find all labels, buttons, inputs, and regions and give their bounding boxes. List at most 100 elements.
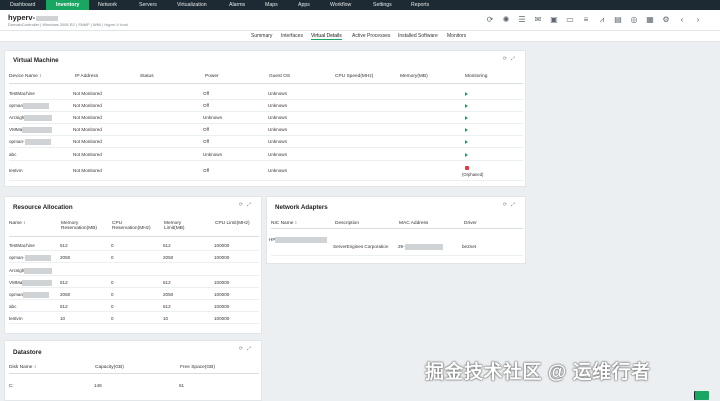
refresh-icon[interactable]: ⟳ bbox=[482, 14, 498, 26]
col-free-space: Free Space(GB) bbox=[180, 365, 215, 370]
nav-apps[interactable]: Apps bbox=[288, 0, 320, 10]
refresh-icon[interactable]: ⟳ bbox=[503, 56, 511, 62]
vm-row-name[interactable]: abc bbox=[9, 152, 16, 157]
vm-row-name[interactable]: Arcsigh bbox=[9, 115, 53, 121]
start-monitoring-icon[interactable] bbox=[465, 104, 468, 108]
nic-mac-text: 29- bbox=[398, 244, 405, 250]
settings-icon[interactable]: ⚙ bbox=[658, 14, 674, 26]
toggle-icon[interactable]: ▭ bbox=[562, 14, 578, 26]
expand-icon[interactable]: ⤢ bbox=[511, 56, 519, 62]
row-divider bbox=[9, 99, 523, 100]
nav-reports[interactable]: Reports bbox=[401, 0, 439, 10]
vm-row-name[interactable]: VMMa bbox=[9, 127, 53, 133]
ra-row-mem-res: 512 bbox=[60, 304, 68, 309]
nav-servers[interactable]: Servers bbox=[129, 0, 167, 10]
list-icon[interactable]: ≡ bbox=[578, 14, 594, 26]
ra-row-mem-res: 512 bbox=[60, 243, 68, 248]
masked-text bbox=[23, 292, 50, 298]
refresh-icon[interactable]: ⟳ bbox=[239, 346, 247, 352]
start-monitoring-icon[interactable] bbox=[465, 128, 468, 132]
vm-name-text: Arcsigh bbox=[9, 115, 25, 121]
ra-row-name: testvm bbox=[9, 316, 23, 321]
disk-capacity: 148 bbox=[94, 383, 102, 388]
vm-row-ip: Not Monitored bbox=[73, 91, 102, 96]
vm-row-name[interactable]: opman- bbox=[9, 139, 51, 145]
ra-row-mem-res: 10 bbox=[60, 316, 66, 321]
grid-icon[interactable]: ▦ bbox=[642, 14, 658, 26]
col-nic-name[interactable]: NIC Name ↕ bbox=[271, 221, 297, 226]
start-monitoring-icon[interactable] bbox=[465, 92, 468, 96]
row-divider bbox=[9, 111, 523, 112]
nav-network[interactable]: Network bbox=[88, 0, 127, 10]
chat-button[interactable] bbox=[695, 391, 709, 400]
vm-row-name[interactable]: opman bbox=[9, 103, 50, 109]
vm-row-power: Off bbox=[203, 103, 210, 108]
sort-arrow-icon: ↕ bbox=[39, 74, 42, 79]
masked-text bbox=[275, 237, 328, 243]
ra-row-cpu-res: 0 bbox=[111, 316, 114, 321]
layers-icon[interactable]: ▣ bbox=[546, 14, 562, 26]
expand-icon[interactable]: ⤢ bbox=[247, 346, 255, 352]
nic-driver: be2net bbox=[462, 244, 477, 249]
col-monitoring: Monitoring bbox=[465, 74, 488, 79]
disk-free-space: 61 bbox=[179, 383, 185, 388]
masked-text bbox=[24, 268, 53, 274]
start-monitoring-icon[interactable] bbox=[465, 140, 468, 144]
nav-settings[interactable]: Settings bbox=[363, 0, 402, 10]
col-power: Power bbox=[205, 74, 219, 79]
device-name: hyperv- bbox=[8, 13, 36, 22]
start-monitoring-icon[interactable] bbox=[465, 116, 468, 120]
ra-row-cpu-res: 0 bbox=[111, 280, 114, 285]
tab-summary[interactable]: Summary bbox=[251, 33, 272, 39]
disk-name: C: bbox=[9, 383, 14, 388]
ra-row-name: opman bbox=[9, 292, 50, 298]
row-divider bbox=[9, 262, 259, 263]
col-label: Disk Name bbox=[9, 365, 33, 370]
tab-virtual-details[interactable]: Virtual Details bbox=[311, 33, 342, 40]
row-divider bbox=[9, 135, 523, 136]
tab-active-processes[interactable]: Active Processes bbox=[352, 33, 390, 39]
ra-row-mem-res: 2050 bbox=[60, 255, 71, 260]
ra-row-cpu-lim: 100000 bbox=[214, 280, 230, 285]
alarm-bell-icon[interactable]: ✺ bbox=[498, 14, 514, 26]
vm-row-name[interactable]: testvm bbox=[9, 168, 23, 173]
notes-icon[interactable]: ☰ bbox=[514, 14, 530, 26]
expand-icon[interactable]: ⤢ bbox=[511, 202, 519, 208]
tab-installed-software[interactable]: Installed Software bbox=[398, 33, 438, 39]
col-name[interactable]: Name ↕ bbox=[9, 221, 26, 226]
expand-icon[interactable]: ⤢ bbox=[247, 202, 255, 208]
nav-maps[interactable]: Maps bbox=[255, 0, 288, 10]
vm-row-os: Unknown bbox=[268, 127, 288, 132]
masked-text bbox=[22, 280, 53, 286]
ra-row-mem-res: 2050 bbox=[60, 292, 71, 297]
mail-icon[interactable]: ✉ bbox=[530, 14, 546, 26]
page-title: hyperv- bbox=[8, 13, 59, 22]
row-divider bbox=[271, 255, 523, 256]
monitor-icon[interactable]: ▤ bbox=[610, 14, 626, 26]
row-divider bbox=[9, 147, 523, 148]
vm-row-os: Unknown bbox=[268, 115, 288, 120]
start-monitoring-icon[interactable] bbox=[465, 153, 468, 157]
vm-row-power: Unknown bbox=[203, 152, 223, 157]
nav-virtualization[interactable]: Virtualization bbox=[167, 0, 217, 10]
forward-icon[interactable]: › bbox=[690, 14, 706, 26]
nav-alarms[interactable]: Alarms bbox=[219, 0, 255, 10]
globe-icon[interactable]: ◎ bbox=[626, 14, 642, 26]
vm-row-name[interactable]: TestMachine bbox=[9, 91, 35, 96]
graph-icon[interactable]: ⩘ bbox=[594, 14, 610, 26]
row-divider bbox=[9, 180, 523, 181]
sort-arrow-icon: ↕ bbox=[23, 221, 26, 226]
back-icon[interactable]: ‹ bbox=[674, 14, 690, 26]
ra-row-cpu-lim: 100000 bbox=[214, 292, 230, 297]
row-divider bbox=[9, 311, 259, 312]
vm-row-power: Off bbox=[203, 139, 210, 144]
refresh-icon[interactable]: ⟳ bbox=[503, 202, 511, 208]
col-disk-name[interactable]: Disk Name ↕ bbox=[9, 365, 36, 370]
tab-monitors[interactable]: Monitors bbox=[447, 33, 466, 39]
nav-workflow[interactable]: Workflow bbox=[320, 0, 361, 10]
col-device-name[interactable]: Device Name ↕ bbox=[9, 74, 42, 79]
tab-interfaces[interactable]: Interfaces bbox=[281, 33, 303, 39]
refresh-icon[interactable]: ⟳ bbox=[239, 202, 247, 208]
nav-dashboard[interactable]: Dashboard bbox=[0, 0, 45, 10]
nav-inventory[interactable]: Inventory bbox=[46, 0, 90, 10]
